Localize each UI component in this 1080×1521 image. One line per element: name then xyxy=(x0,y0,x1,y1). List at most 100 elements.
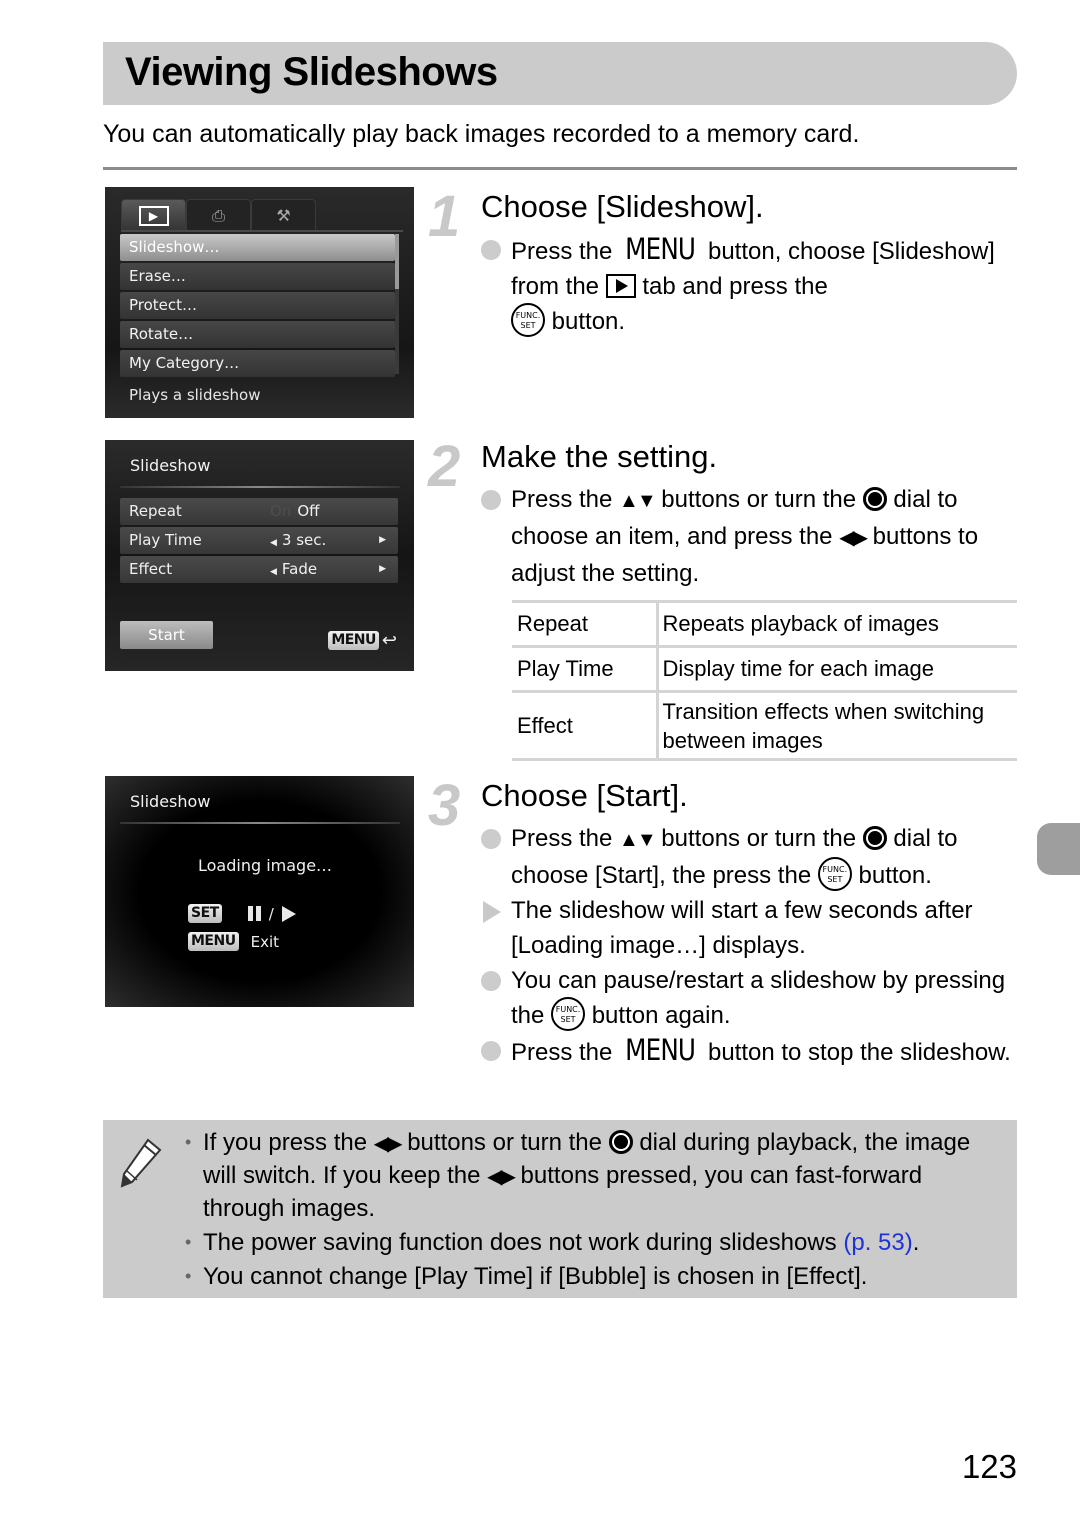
setting-value: ◀ Fade xyxy=(270,556,317,586)
menu-button-label: MENU xyxy=(625,1033,696,1067)
start-button[interactable]: Start xyxy=(120,621,213,649)
right-arrow-icon[interactable]: ▶ xyxy=(379,527,386,554)
title-bar: Viewing Slideshows xyxy=(103,42,1017,105)
divider xyxy=(103,167,1017,170)
menu-list: Slideshow… Erase… Protect… Rotate… My Ca… xyxy=(120,234,395,379)
loading-message: Loading image… xyxy=(198,856,333,875)
tab-settings[interactable]: ⚒ xyxy=(251,199,316,231)
step-title: Choose [Slideshow]. xyxy=(481,189,764,224)
print-tab-icon: ⎙ xyxy=(212,205,225,225)
bullet-dot-icon xyxy=(481,1041,501,1061)
bullet-dot-icon xyxy=(481,829,501,849)
menu-item-slideshow[interactable]: Slideshow… xyxy=(120,234,395,261)
tab-print[interactable]: ⎙ xyxy=(186,199,251,231)
note-item: You cannot change [Play Time] if [Bubble… xyxy=(185,1261,1005,1292)
bullet-item: You can pause/restart a slideshow by pre… xyxy=(481,963,1021,1033)
divider xyxy=(120,822,400,824)
text: . xyxy=(912,1229,920,1256)
left-arrow-icon[interactable]: ◀ xyxy=(270,538,277,548)
setting-label: Effect xyxy=(129,560,173,578)
bullet-dot-icon xyxy=(481,971,501,991)
func-set-button-icon: FUNC. SET xyxy=(551,996,586,1031)
menu-item-erase[interactable]: Erase… xyxy=(120,263,395,290)
up-down-buttons-icon: ▲▼ xyxy=(619,490,657,512)
value-text: Fade xyxy=(281,560,318,578)
step-body: Press the MENU button, choose [Slideshow… xyxy=(481,232,1021,339)
menu-tabs: ▶ ⎙ ⚒ xyxy=(121,199,316,231)
page-reference-link[interactable]: (p. 53) xyxy=(843,1229,912,1256)
menu-scrollbar[interactable] xyxy=(395,234,399,374)
step-body: Press the ▲▼ buttons or turn the dial to… xyxy=(481,482,1021,591)
menu-back-hint[interactable]: MENU ↩ xyxy=(328,631,397,650)
step-number: 2 xyxy=(428,434,461,499)
step-number: 3 xyxy=(428,773,461,838)
playback-tab-icon xyxy=(605,273,636,298)
step-number: 1 xyxy=(428,184,461,249)
table-cell-desc: Display time for each image xyxy=(657,645,1017,692)
text: If you press the xyxy=(203,1129,374,1156)
slideshow-settings-screen: Slideshow Repeat On Off Play Time ◀ 3 sec.… xyxy=(105,440,414,671)
bullet-dot-icon xyxy=(481,240,501,260)
table-cell-desc: Transition effects when switching betwee… xyxy=(657,690,1017,761)
tab-playback[interactable]: ▶ xyxy=(121,199,186,231)
text: Press the xyxy=(511,1039,620,1066)
menu-description: Plays a slideshow xyxy=(129,386,261,404)
notes-list: If you press the ◀▶ buttons or turn the … xyxy=(185,1127,1005,1295)
text: button. xyxy=(851,862,932,889)
divider xyxy=(120,486,400,488)
page-number: 123 xyxy=(961,1448,1017,1485)
control-dial-icon xyxy=(862,486,887,511)
table-cell-item: Play Time xyxy=(512,645,659,692)
func-set-button-icon: FUNC. SET xyxy=(817,856,852,891)
text: tab and press the xyxy=(635,273,828,300)
func-label: FUNC. xyxy=(822,864,848,874)
pause-play-hint: SET / xyxy=(188,904,296,923)
table-cell-desc: Repeats playback of images xyxy=(657,600,1017,647)
set-label: SET xyxy=(827,874,843,884)
left-right-buttons-icon: ◀▶ xyxy=(839,527,868,549)
text: button to stop the slideshow. xyxy=(701,1039,1011,1066)
text: button again. xyxy=(585,1002,731,1029)
table-cell-item: Repeat xyxy=(512,600,659,647)
bullet-item: Press the ▲▼ buttons or turn the dial to… xyxy=(481,821,1021,893)
step-title: Make the setting. xyxy=(481,439,718,474)
func-set-button-icon: FUNC. SET xyxy=(511,302,545,337)
text: buttons or turn the xyxy=(654,825,863,852)
menu-item-my-category[interactable]: My Category… xyxy=(120,350,395,377)
menu-item-rotate[interactable]: Rotate… xyxy=(120,321,395,348)
right-arrow-icon[interactable]: ▶ xyxy=(379,556,386,583)
setting-list: Repeat On Off Play Time ◀ 3 sec. ▶ Effect … xyxy=(120,498,398,585)
page-title: Viewing Slideshows xyxy=(125,50,498,94)
menu-button-label: MENU xyxy=(625,232,696,266)
note-item: If you press the ◀▶ buttons or turn the … xyxy=(185,1127,1005,1224)
pause-icon xyxy=(247,906,261,921)
option-on[interactable]: On xyxy=(270,502,291,520)
setting-row-repeat[interactable]: Repeat On Off xyxy=(120,498,398,525)
text: The power saving function does not work … xyxy=(203,1229,844,1256)
screen-title: Slideshow xyxy=(130,456,211,475)
text: Press the xyxy=(511,825,620,852)
back-arrow-icon: ↩ xyxy=(381,629,397,651)
settings-table: Repeat Repeats playback of images Play Ti… xyxy=(512,600,1017,761)
menu-item-protect[interactable]: Protect… xyxy=(120,292,395,319)
bullet-dot-icon xyxy=(481,490,501,510)
table-row: Repeat Repeats playback of images xyxy=(512,600,1017,647)
left-arrow-icon[interactable]: ◀ xyxy=(270,567,277,577)
text: buttons or turn the xyxy=(654,486,863,513)
control-dial-icon xyxy=(862,825,887,850)
func-label: FUNC. xyxy=(515,310,541,320)
text: You cannot change [Play Time] if [Bubble… xyxy=(203,1263,868,1290)
scrollbar-thumb[interactable] xyxy=(395,234,399,289)
exit-hint: MENU Exit xyxy=(188,932,279,951)
setting-row-play-time[interactable]: Play Time ◀ 3 sec. ▶ xyxy=(120,527,398,554)
option-off[interactable]: Off xyxy=(297,502,319,520)
text: button. xyxy=(545,308,626,335)
set-key-icon: SET xyxy=(188,904,222,923)
setting-row-effect[interactable]: Effect ◀ Fade ▶ xyxy=(120,556,398,583)
intro-text: You can automatically play back images r… xyxy=(103,120,860,148)
notes-box: If you press the ◀▶ buttons or turn the … xyxy=(103,1120,1017,1298)
setting-value: On Off xyxy=(270,498,319,525)
bullet-item: Press the ▲▼ buttons or turn the dial to… xyxy=(481,482,1021,591)
table-cell-item: Effect xyxy=(512,690,659,761)
value-text: 3 sec. xyxy=(281,531,327,549)
